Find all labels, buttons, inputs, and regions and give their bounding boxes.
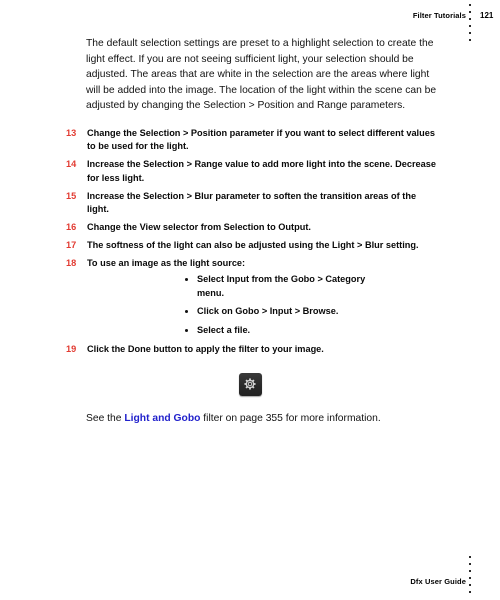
light-and-gobo-link[interactable]: Light and Gobo (124, 413, 200, 424)
sublist-item-label: Click on Gobo > Input > Browse. (197, 306, 339, 317)
step-item: 15 Increase the Selection > Blur paramet… (0, 190, 500, 217)
step-text: Increase the Selection > Blur parameter … (87, 190, 417, 214)
step-item: 16 Change the View selector from Selecti… (0, 221, 500, 234)
footer-title: Dfx User Guide (410, 577, 466, 586)
bullet-icon (185, 277, 189, 281)
step-number: 13 (66, 127, 77, 138)
step-number: 19 (66, 344, 77, 355)
step-item: 19 Click the Done button to apply the fi… (0, 343, 500, 356)
sublist-item: Click on Gobo > Input > Browse. (87, 305, 437, 318)
crossref-suffix: filter on page 355 for more information. (200, 412, 381, 424)
step-number: 18 (66, 257, 77, 268)
gear-figure (0, 372, 500, 396)
page-number: 121 (480, 11, 494, 20)
step-text: To use an image as the light source: (87, 257, 246, 268)
step-item: 14 Increase the Selection > Range value … (0, 158, 500, 185)
step-text: Change the Selection > Position paramete… (87, 127, 435, 152)
step-sublist: Select Input from the Gobo > Category me… (87, 273, 437, 338)
crossref-prefix: See the (86, 412, 125, 424)
intro-paragraph: The default selection settings are prese… (86, 38, 437, 112)
sublist-item: Select a file. (87, 324, 437, 337)
step-number: 17 (66, 239, 77, 250)
page-footer: Dfx User Guide (0, 560, 500, 600)
step-text: Increase the Selection > Range value to … (87, 159, 436, 183)
step-number: 15 (66, 190, 77, 201)
header-title: Filter Tutorials (412, 11, 466, 20)
sublist-item-label: Select Input from the Gobo > Category me… (197, 274, 366, 298)
page-header: Filter Tutorials 121 (0, 11, 500, 25)
step-number: 14 (66, 159, 77, 170)
cross-reference: See the Light and Gobo filter on page 35… (0, 411, 500, 427)
step-number: 16 (66, 221, 77, 232)
numbered-steps-list: 13 Change the Selection > Position param… (0, 127, 500, 357)
sublist-item: Select Input from the Gobo > Category me… (87, 273, 437, 300)
gear-icon-button (238, 372, 262, 396)
step-text: The softness of the light can also be ad… (87, 239, 419, 250)
sublist-item-label: Select a file. (197, 325, 251, 336)
step-text: Click the Done button to apply the filte… (87, 344, 324, 355)
step-item: 13 Change the Selection > Position param… (0, 127, 500, 154)
step-text: Change the View selector from Selection … (87, 221, 311, 232)
bullet-icon (185, 309, 189, 314)
page-content: The default selection settings are prese… (0, 36, 500, 426)
bullet-icon (185, 328, 189, 333)
gear-icon (244, 378, 256, 390)
step-item: 17 The softness of the light can also be… (0, 239, 500, 252)
step-item: 18 To use an image as the light source: … (0, 257, 500, 338)
